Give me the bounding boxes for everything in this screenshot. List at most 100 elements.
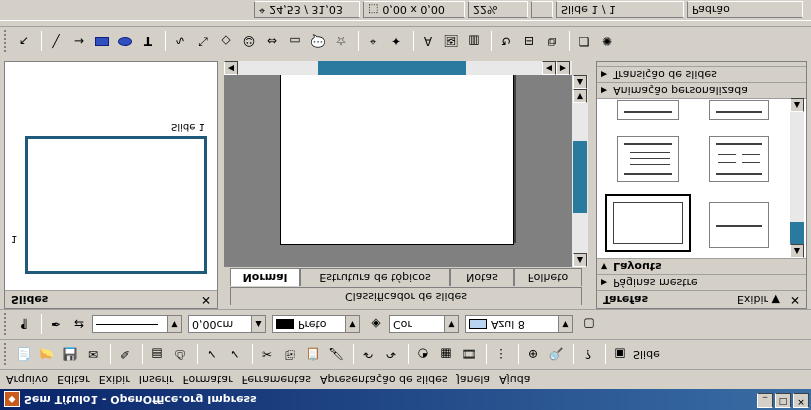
- grid-icon[interactable]: ⋮: [491, 345, 511, 365]
- vertical-scrollbar[interactable]: ▲ ▼ ▲: [572, 75, 588, 267]
- basic-shapes-icon[interactable]: ◇: [216, 32, 236, 52]
- menu-ferramentas[interactable]: Ferramentas: [242, 373, 311, 386]
- menu-arquivo[interactable]: Arquivo: [6, 373, 48, 386]
- help-icon[interactable]: ?: [578, 345, 598, 365]
- area-icon[interactable]: ◈: [366, 315, 386, 335]
- gallery-icon[interactable]: ▥: [464, 32, 484, 52]
- table-icon[interactable]: ▦: [436, 345, 456, 365]
- styles-icon[interactable]: ¶: [14, 315, 34, 335]
- scroll-up-icon[interactable]: ▲: [573, 75, 587, 89]
- alignment-icon[interactable]: ⊟: [519, 32, 539, 52]
- scroll-up-icon[interactable]: ▼: [573, 89, 587, 103]
- autospellcheck-icon[interactable]: ✓: [225, 345, 245, 365]
- slide-button-label[interactable]: Slide: [633, 348, 660, 361]
- minimize-button[interactable]: _: [757, 393, 773, 408]
- scroll-left-icon[interactable]: ◀: [542, 61, 556, 75]
- toolbar-grip[interactable]: [4, 343, 8, 366]
- horizontal-scrollbar[interactable]: ◀ ◀ ▶: [224, 61, 572, 75]
- area-color-select[interactable]: Azul 8 ▼: [465, 315, 573, 334]
- area-style-select[interactable]: Cor ▼: [389, 315, 459, 334]
- connector-icon[interactable]: ⤡: [193, 32, 213, 52]
- layout-blank[interactable]: [605, 194, 691, 252]
- zoom-icon[interactable]: 🔍: [546, 345, 566, 365]
- undo-icon[interactable]: ↶: [358, 345, 378, 365]
- new-document-icon[interactable]: 📄: [14, 345, 34, 365]
- line-icon[interactable]: ✒: [46, 315, 66, 335]
- open-folder-icon[interactable]: 📂: [37, 345, 57, 365]
- toolbar-grip[interactable]: [4, 313, 8, 336]
- scroll-left-icon[interactable]: ◀: [224, 61, 238, 75]
- callouts-icon[interactable]: 💬: [308, 32, 328, 52]
- line-width-field[interactable]: 0,00cm ▲: [188, 315, 266, 334]
- menu-editar[interactable]: Editar: [57, 373, 90, 386]
- layout-partial[interactable]: [709, 100, 769, 120]
- scroll-thumb[interactable]: [573, 141, 587, 213]
- arrow-style-icon[interactable]: ⇄: [69, 315, 89, 335]
- menu-inserir[interactable]: Inserir: [139, 373, 174, 386]
- edit-file-icon[interactable]: ✎: [115, 345, 135, 365]
- chart-icon[interactable]: ◔: [413, 345, 433, 365]
- curve-icon[interactable]: ∿: [170, 32, 190, 52]
- symbol-shapes-icon[interactable]: ☺: [239, 32, 259, 52]
- line-tool-icon[interactable]: ╲: [46, 32, 66, 52]
- status-zoom[interactable]: 22%: [468, 1, 528, 19]
- close-button[interactable]: ✕: [793, 393, 809, 408]
- arrow-line-icon[interactable]: →: [69, 32, 89, 52]
- menu-formatar[interactable]: Formatar: [183, 373, 233, 386]
- block-arrows-icon[interactable]: ⇔: [262, 32, 282, 52]
- layouts-scrollbar[interactable]: ▲ ▲: [790, 98, 804, 258]
- close-icon[interactable]: ✕: [201, 293, 211, 307]
- maximize-button[interactable]: □: [775, 393, 791, 408]
- toolbar-grip[interactable]: [4, 30, 8, 53]
- effects-icon[interactable]: ✺: [597, 32, 617, 52]
- print-icon[interactable]: ⎙: [170, 345, 190, 365]
- layout-partial[interactable]: [617, 100, 679, 120]
- rotate-icon[interactable]: ↻: [496, 32, 516, 52]
- scroll-thumb[interactable]: [790, 222, 804, 244]
- menu-janela[interactable]: Janela: [457, 373, 491, 386]
- layout-title-only[interactable]: [709, 202, 769, 248]
- save-icon[interactable]: 💾: [60, 345, 80, 365]
- cut-icon[interactable]: ✂: [257, 345, 277, 365]
- menu-apresentacao[interactable]: Apresentação de slides: [320, 373, 448, 386]
- slide-canvas[interactable]: [224, 69, 572, 267]
- spellcheck-icon[interactable]: ✓: [202, 345, 222, 365]
- section-slide-transition[interactable]: ▶ Transição de slides: [597, 66, 806, 82]
- format-paintbrush-icon[interactable]: 🖌: [326, 345, 346, 365]
- from-file-icon[interactable]: 🖼: [441, 32, 461, 52]
- export-pdf-icon[interactable]: ▤: [147, 345, 167, 365]
- navigator-icon[interactable]: ⊕: [523, 345, 543, 365]
- layout-title-content[interactable]: [617, 136, 679, 182]
- fontwork-icon[interactable]: A: [418, 32, 438, 52]
- email-icon[interactable]: ✉: [83, 345, 103, 365]
- line-color-select[interactable]: Preto ▼: [272, 315, 360, 334]
- flowchart-icon[interactable]: ▭: [285, 32, 305, 52]
- stars-icon[interactable]: ☆: [331, 32, 351, 52]
- scroll-thumb-horizontal[interactable]: [318, 61, 466, 75]
- select-arrow-icon[interactable]: ↖: [14, 32, 34, 52]
- tab-slide-sorter[interactable]: Classificador de slides: [230, 287, 582, 305]
- layout-two-columns[interactable]: [709, 136, 769, 182]
- arrange-icon[interactable]: ⧉: [542, 32, 562, 52]
- impress-app-icon[interactable]: ◆: [4, 391, 20, 408]
- section-custom-animation[interactable]: ▶ Animação personalizada: [597, 82, 806, 98]
- slide-page[interactable]: [280, 69, 514, 245]
- new-slide-icon[interactable]: ▣: [610, 345, 630, 365]
- tab-outline[interactable]: Estrutura de tópicos: [300, 268, 450, 286]
- movie-icon[interactable]: 🎞: [459, 345, 479, 365]
- close-icon[interactable]: ✕: [790, 293, 800, 307]
- points-icon[interactable]: ⌖: [363, 32, 383, 52]
- tab-normal[interactable]: Normal: [230, 268, 300, 286]
- ellipse-icon[interactable]: [115, 32, 135, 52]
- scroll-up-icon[interactable]: ▲: [790, 98, 804, 112]
- scroll-right-icon[interactable]: ▶: [556, 61, 570, 75]
- rectangle-icon[interactable]: [92, 32, 112, 52]
- glue-points-icon[interactable]: ✦: [386, 32, 406, 52]
- scroll-down-icon[interactable]: ▲: [790, 244, 804, 258]
- menu-ajuda[interactable]: Ajuda: [499, 373, 530, 386]
- text-icon[interactable]: T: [138, 32, 158, 52]
- scroll-down-icon[interactable]: ▲: [573, 253, 587, 267]
- task-pane-view-menu[interactable]: Exibir ▼: [737, 293, 780, 306]
- menu-exibir[interactable]: Exibir: [99, 373, 130, 386]
- slide-thumbnail[interactable]: [25, 136, 207, 274]
